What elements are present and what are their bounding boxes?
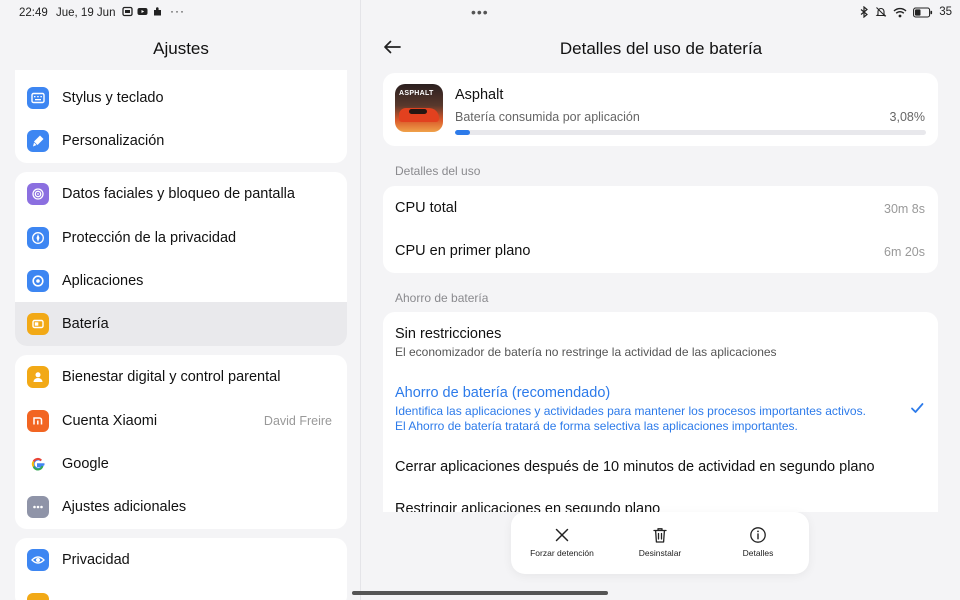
keyboard-icon	[27, 86, 49, 109]
sidebar-item-privacy-protection[interactable]: Protección de la privacidad	[15, 216, 347, 259]
sidebar-item-digital-wellbeing[interactable]: Bienestar digital y control parental	[15, 355, 347, 398]
force-stop-label: Forzar detención	[530, 548, 594, 558]
usage-progress-bar	[455, 130, 926, 135]
battery-saver-options-card: Sin restricciones El economizador de bat…	[383, 312, 938, 512]
sidebar-item-label: Ajustes adicionales	[62, 498, 187, 515]
system-status-icons: 35	[859, 6, 952, 18]
sidebar-item-label: Datos faciales y bloqueo de pantalla	[62, 185, 295, 202]
sidebar-item-label: Privacidad	[62, 551, 130, 568]
battery-icon	[27, 313, 49, 335]
close-icon	[555, 528, 569, 542]
xiaomi-icon	[27, 409, 49, 432]
sidebar-item-label: Batería	[62, 316, 109, 332]
sidebar-item-stylus-keyboard[interactable]: Stylus y teclado	[15, 76, 347, 119]
app-action-bar: Forzar detención Desinstalar Detalles	[511, 512, 809, 574]
sidebar-item-privacy[interactable]: Privacidad	[15, 538, 347, 581]
mute-icon	[875, 7, 887, 17]
compass-icon	[27, 226, 49, 249]
window-options-icon[interactable]: •••	[471, 4, 489, 20]
sidebar-item-label: Stylus y teclado	[62, 89, 164, 106]
option-title: Cerrar aplicaciones después de 10 minuto…	[395, 459, 875, 475]
section-label-usage: Detalles del uso	[395, 164, 481, 178]
sidebar-item-label: Aplicaciones	[62, 272, 144, 289]
selected-check-icon	[911, 403, 924, 413]
sidebar-item-label: Protección de la privacidad	[62, 229, 237, 246]
asphalt-app-icon: ASPHALT	[395, 84, 443, 132]
option-description: El economizador de batería no restringe …	[395, 345, 777, 359]
option-no-restrictions[interactable]: Sin restricciones El economizador de bat…	[383, 312, 938, 370]
more-icon	[27, 495, 49, 518]
settings-group-1: Stylus y teclado Personalización	[15, 70, 347, 163]
settings-group-2: Datos faciales y bloqueo de pantalla Pro…	[15, 172, 347, 346]
option-restrict-background[interactable]: Restringir aplicaciones en segundo plano	[383, 488, 938, 512]
pane-divider	[360, 0, 361, 600]
sidebar-item-label: Cuenta Xiaomi	[62, 412, 158, 429]
details-label: Detalles	[742, 548, 774, 558]
trash-icon	[653, 528, 667, 543]
uninstall-label: Desinstalar	[638, 548, 682, 558]
sidebar-item-additional-settings[interactable]: Ajustes adicionales	[15, 485, 347, 528]
app-usage-label: Batería consumida por aplicación	[455, 110, 640, 124]
option-description: Identifica las aplicaciones y actividade…	[395, 404, 866, 418]
option-title: Restringir aplicaciones en segundo plano	[395, 501, 661, 512]
sidebar-item-apps[interactable]: Aplicaciones	[15, 259, 347, 302]
settings-group-4: Privacidad	[15, 538, 347, 600]
sidebar-item-face-lock[interactable]: Datos faciales y bloqueo de pantalla	[15, 172, 347, 215]
force-stop-button[interactable]: Forzar detención	[512, 526, 612, 558]
brush-icon	[27, 129, 49, 152]
bluetooth-icon	[860, 6, 869, 18]
settings-group-3: Bienestar digital y control parental Cue…	[15, 355, 347, 529]
app-name: Asphalt	[455, 87, 504, 103]
wellbeing-icon	[27, 365, 49, 388]
usage-progress-fill	[455, 130, 470, 135]
fingerprint-icon	[27, 182, 49, 205]
sidebar-item-label: Personalización	[62, 132, 165, 149]
cpu-total-row: CPU total 30m 8s	[383, 186, 938, 229]
sidebar-item-xiaomi-account[interactable]: Cuenta Xiaomi David Freire	[15, 399, 347, 442]
row-label: CPU total	[395, 200, 458, 216]
option-battery-saver-recommended[interactable]: Ahorro de batería (recomendado) Identifi…	[383, 372, 938, 442]
page-title: Ajustes	[153, 39, 209, 58]
account-name: David Freire	[263, 413, 332, 428]
option-title: Sin restricciones	[395, 326, 502, 342]
uninstall-button[interactable]: Desinstalar	[610, 526, 710, 558]
sidebar-item-google[interactable]: Google	[15, 442, 347, 485]
app-logo-text: ASPHALT	[399, 90, 434, 97]
wifi-icon	[893, 7, 907, 17]
location-icon	[27, 592, 49, 600]
app-usage-percent: 3,08%	[889, 110, 925, 124]
row-label: CPU en primer plano	[395, 243, 531, 259]
sidebar-item-battery[interactable]: Batería	[15, 302, 347, 346]
option-close-after-10-min[interactable]: Cerrar aplicaciones después de 10 minuto…	[383, 446, 938, 486]
section-label-battery-saver: Ahorro de batería	[395, 291, 489, 305]
option-title: Ahorro de batería (recomendado)	[395, 385, 611, 401]
sidebar-item-label: Bienestar digital y control parental	[62, 368, 281, 385]
details-button[interactable]: Detalles	[708, 526, 808, 558]
google-icon	[27, 452, 49, 475]
eye-icon	[27, 548, 49, 571]
sidebar-item-label: Google	[62, 455, 109, 472]
app-usage-card: ASPHALT Asphalt Batería consumida por ap…	[383, 73, 938, 146]
usage-details-card: CPU total 30m 8s CPU en primer plano 6m …	[383, 186, 938, 273]
page-title-battery-details: Detalles del uso de batería	[559, 39, 763, 58]
row-value: 30m 8s	[884, 202, 925, 216]
apps-gear-icon	[27, 269, 49, 292]
sidebar-item-location-partial[interactable]	[15, 582, 347, 600]
row-value: 6m 20s	[884, 245, 925, 259]
battery-status-icon	[913, 6, 933, 18]
sidebar-item-personalization[interactable]: Personalización	[15, 119, 347, 162]
cpu-foreground-row: CPU en primer plano 6m 20s	[383, 229, 938, 273]
settings-list-pane: Ajustes Stylus y teclado Personalización…	[0, 0, 360, 600]
home-indicator[interactable]	[352, 591, 608, 595]
option-description: El Ahorro de batería tratará de forma se…	[395, 419, 798, 433]
battery-percent: 35	[939, 6, 952, 18]
info-icon	[750, 527, 766, 543]
